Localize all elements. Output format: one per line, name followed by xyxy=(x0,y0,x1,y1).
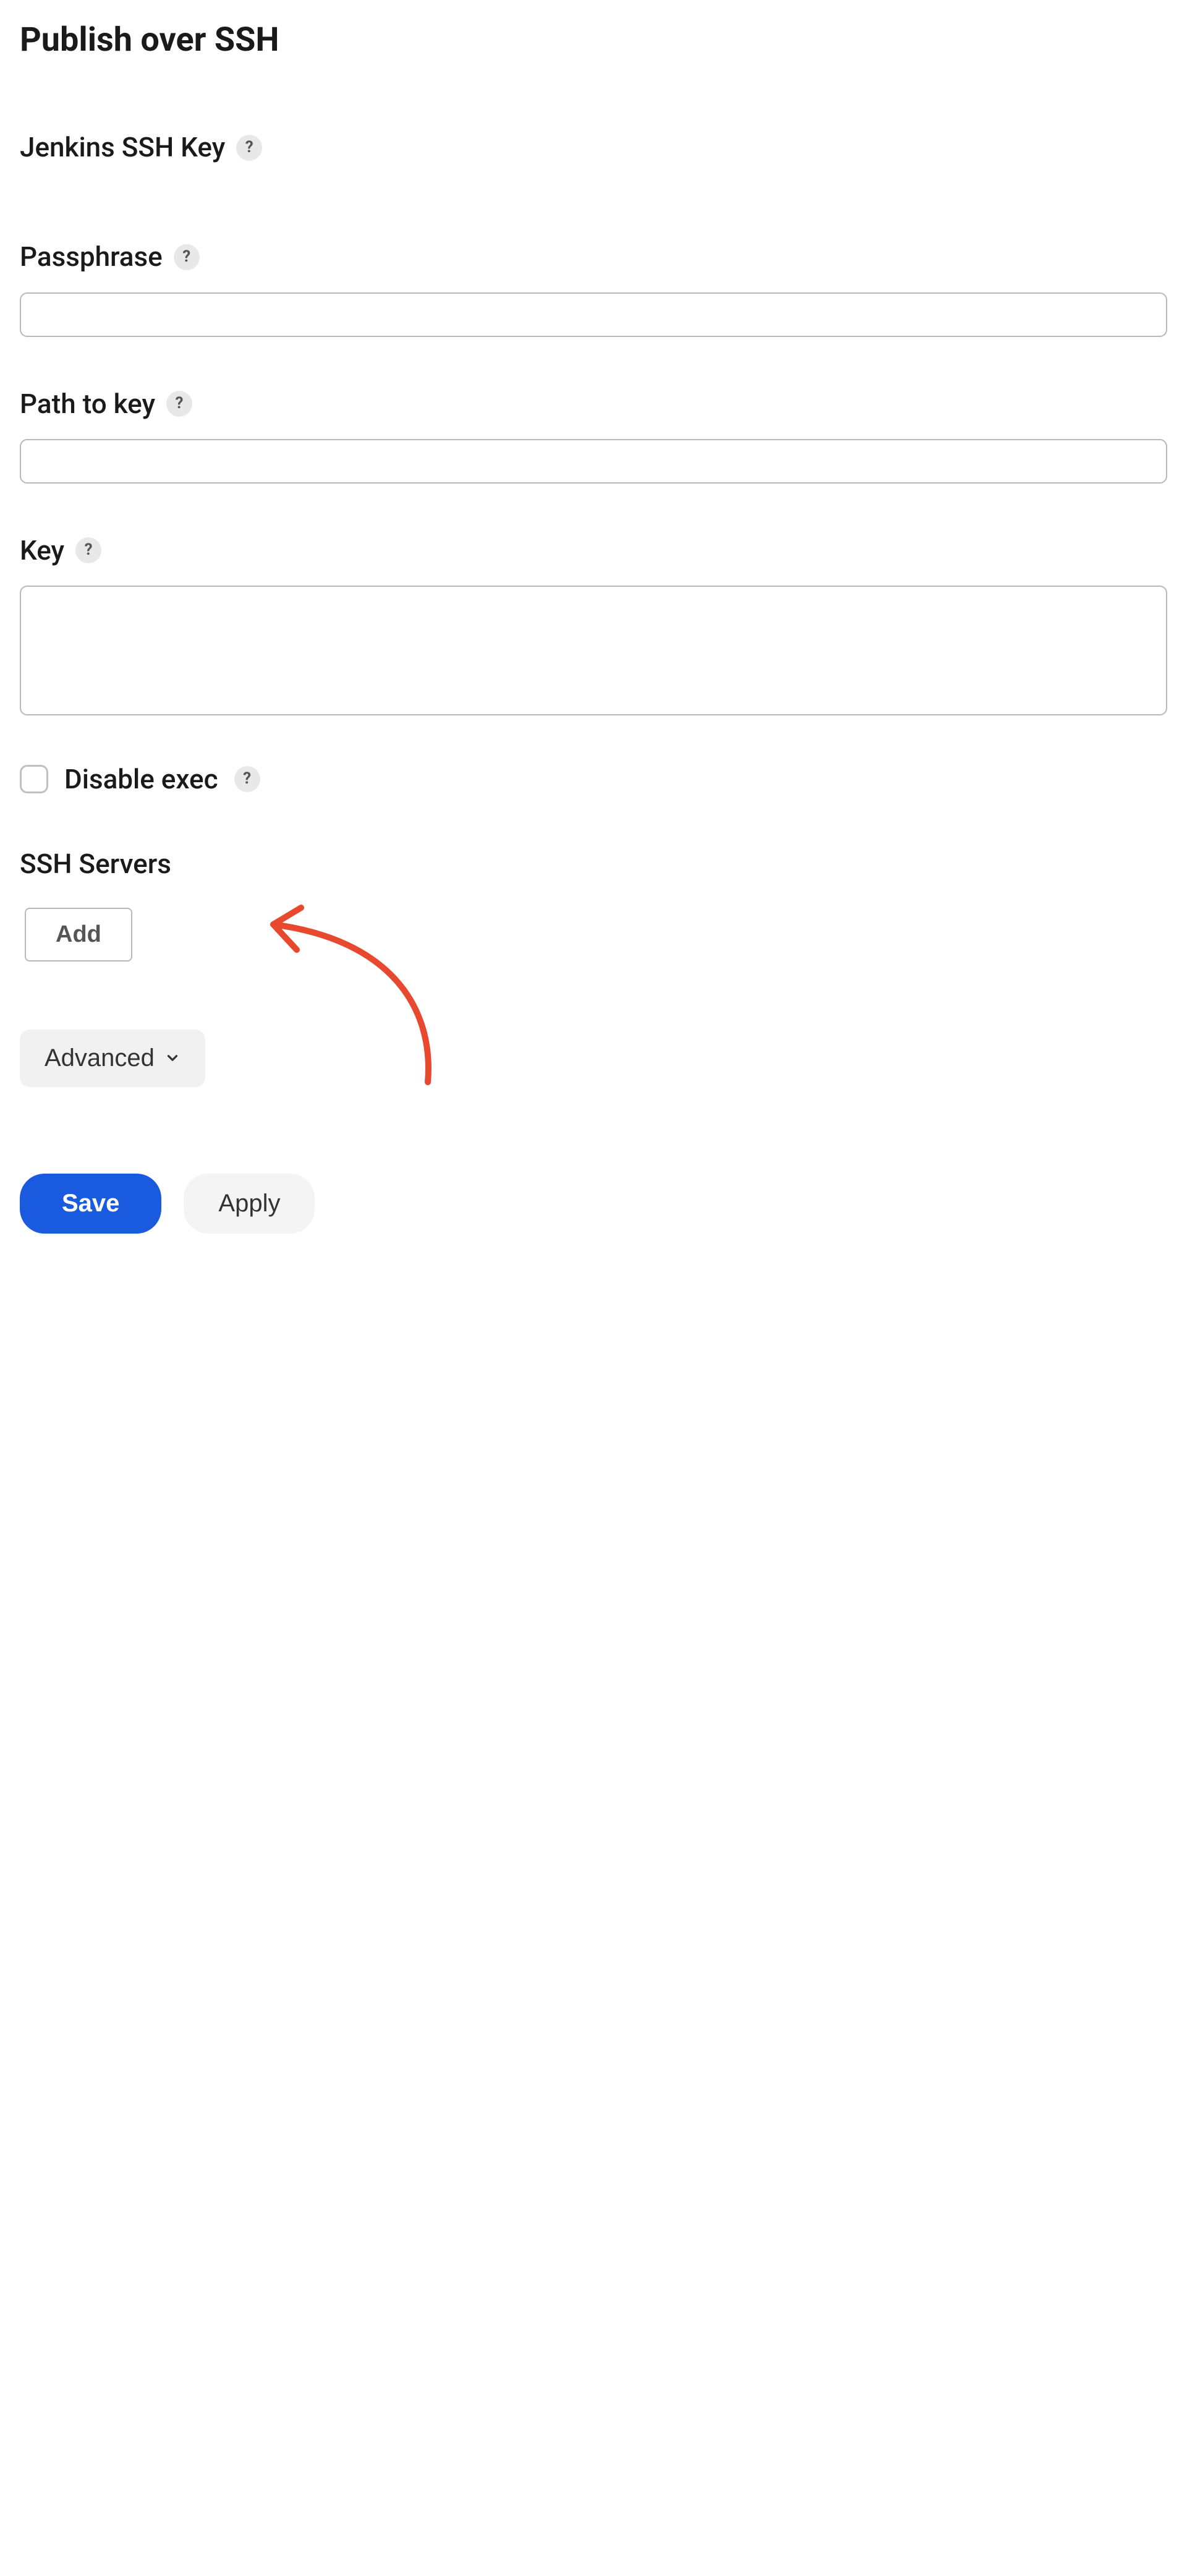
section-title: Publish over SSH xyxy=(20,19,1167,62)
key-textarea[interactable] xyxy=(20,586,1167,715)
disable-exec-label: Disable exec xyxy=(64,762,218,797)
help-icon[interactable]: ? xyxy=(236,135,262,161)
arrow-annotation xyxy=(249,897,446,1094)
add-button[interactable]: Add xyxy=(25,908,132,962)
help-icon[interactable]: ? xyxy=(234,766,260,792)
save-button[interactable]: Save xyxy=(20,1174,161,1234)
path-to-key-label: Path to key xyxy=(20,386,155,422)
path-to-key-input[interactable] xyxy=(20,439,1167,484)
passphrase-input[interactable] xyxy=(20,292,1167,337)
chevron-down-icon xyxy=(164,1044,181,1072)
ssh-servers-label: SSH Servers xyxy=(20,847,1167,882)
apply-button[interactable]: Apply xyxy=(184,1174,315,1234)
disable-exec-checkbox[interactable] xyxy=(20,765,48,793)
advanced-button[interactable]: Advanced xyxy=(20,1030,205,1087)
advanced-label: Advanced xyxy=(45,1044,155,1072)
help-icon[interactable]: ? xyxy=(75,537,101,563)
key-label: Key xyxy=(20,533,64,568)
passphrase-label: Passphrase xyxy=(20,239,163,275)
jenkins-ssh-key-label: Jenkins SSH Key xyxy=(20,130,225,165)
help-icon[interactable]: ? xyxy=(174,244,200,270)
help-icon[interactable]: ? xyxy=(166,391,192,417)
